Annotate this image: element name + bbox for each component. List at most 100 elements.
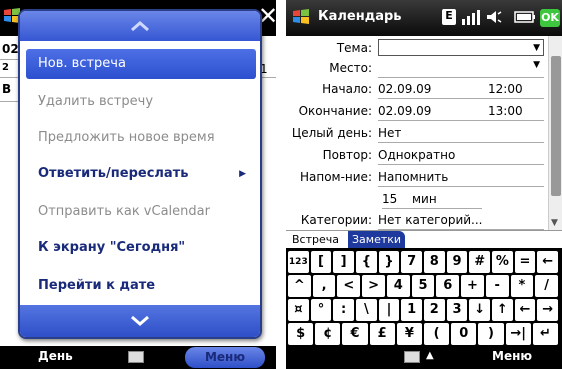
keyboard-key[interactable]: | (378, 299, 400, 321)
context-menu: Нов. встреча Удалить встречу Предложить … (18, 9, 262, 339)
keyboard-key[interactable]: →| (505, 323, 531, 345)
categories-value[interactable]: Нет категорий... (378, 213, 544, 230)
keyboard-key[interactable]: 7 (401, 251, 422, 273)
keyboard-menu-arrow-icon[interactable]: ▲ (426, 350, 434, 361)
menu-item-go-to-date[interactable]: Перейти к дате (26, 271, 256, 301)
menu-item-send-vcalendar[interactable]: Отправить как vCalendar (26, 197, 256, 227)
bg-cell: В (0, 82, 20, 102)
keyboard-key[interactable]: $ (288, 323, 314, 345)
field-location: Место: ▼ (286, 58, 548, 80)
menu-item-label: К экрану "Сегодня" (38, 240, 186, 255)
menu-item-reply-forward[interactable]: Ответить/переслать ▶ (26, 159, 256, 189)
end-time[interactable]: 13:00 (488, 104, 523, 118)
reminder-unit[interactable]: мин (412, 192, 437, 206)
keyboard-key[interactable]: ← (537, 251, 558, 273)
scroll-down-icon[interactable]: ▼ (551, 218, 558, 228)
keyboard-key[interactable]: + (461, 275, 484, 297)
softkey-day[interactable]: День (38, 349, 73, 363)
keyboard-key[interactable]: ( (424, 323, 450, 345)
keyboard-key[interactable]: ← (514, 299, 536, 321)
keyboard-key[interactable]: \ (356, 299, 377, 321)
keyboard-key[interactable]: € (342, 323, 368, 345)
subject-input[interactable] (378, 39, 544, 56)
end-date[interactable]: 02.09.09 (378, 104, 431, 118)
keyboard-key[interactable]: ^ (288, 275, 311, 297)
menu-item-label: Ответить/переслать (38, 166, 189, 181)
keyboard-key[interactable]: £ (369, 323, 395, 345)
start-date[interactable]: 02.09.09 (378, 82, 431, 96)
keyboard-key[interactable]: 9 (446, 251, 468, 273)
tab-notes[interactable]: Заметки (348, 231, 406, 248)
keyboard-key[interactable]: 2 (424, 299, 445, 321)
menu-item-label: Предложить новое время (38, 130, 215, 145)
keyboard-key[interactable]: 5 (411, 275, 435, 297)
keyboard-key[interactable]: ] (333, 251, 354, 273)
keyboard-key[interactable]: { (356, 251, 377, 273)
keyboard-key[interactable]: ↵ (532, 323, 558, 345)
keyboard-key[interactable]: ¤ (288, 299, 309, 321)
field-end: Окончание: 02.09.09 13:00 (286, 101, 548, 123)
location-input[interactable] (378, 61, 544, 78)
scroll-thumb[interactable] (551, 56, 561, 196)
reminder-time-value[interactable]: 15 мин (382, 192, 482, 209)
menu-item-propose-time[interactable]: Предложить новое время (26, 123, 256, 153)
signal-icon[interactable] (462, 9, 482, 25)
start-time[interactable]: 12:00 (488, 82, 523, 96)
keyboard-icon[interactable] (404, 351, 420, 363)
reminder-value[interactable]: Напомнить (378, 170, 544, 187)
keyboard-key[interactable]: 6 (436, 275, 460, 297)
softkey-menu[interactable]: Меню (185, 347, 265, 368)
keyboard-key[interactable]: # (469, 251, 490, 273)
keyboard-key[interactable]: * (510, 275, 534, 297)
keyboard-key[interactable]: ) (478, 323, 504, 345)
end-value[interactable]: 02.09.09 13:00 (378, 104, 544, 121)
recurrence-value[interactable]: Однократно (378, 148, 544, 165)
keyboard-key[interactable]: ¥ (396, 323, 422, 345)
keyboard-key[interactable]: 1 (401, 299, 422, 321)
softkey-menu[interactable]: Меню (492, 349, 532, 363)
all-day-value[interactable]: Нет (378, 126, 544, 143)
battery-icon[interactable] (514, 9, 536, 25)
bg-cell: 02 (0, 42, 20, 60)
keyboard-key[interactable]: ↑ (492, 299, 513, 321)
volume-icon[interactable] (486, 9, 502, 25)
keyboard-key[interactable]: : (333, 299, 354, 321)
keyboard-icon[interactable] (128, 351, 144, 363)
menu-scroll-up[interactable] (20, 11, 260, 41)
dropdown-arrow-icon[interactable]: ▼ (533, 60, 540, 70)
keyboard-key[interactable]: - (485, 275, 509, 297)
reminder-amount[interactable]: 15 (382, 192, 397, 206)
keyboard-key[interactable]: ¢ (315, 323, 341, 345)
menu-item-new-appointment[interactable]: Нов. встреча (26, 49, 256, 79)
keyboard-key[interactable]: = (514, 251, 536, 273)
triangle-right-icon: ▶ (239, 169, 246, 179)
keyboard-key[interactable]: ° (310, 299, 332, 321)
keyboard-key[interactable]: } (378, 251, 400, 273)
ok-button[interactable]: OK (540, 9, 560, 27)
field-recurrence: Повтор: Однократно (286, 145, 548, 167)
keyboard-key[interactable]: > (362, 275, 385, 297)
dropdown-arrow-icon[interactable]: ▼ (533, 43, 540, 53)
form-scrollbar[interactable]: ▼ (548, 36, 562, 230)
windows-flag-icon[interactable] (292, 8, 310, 26)
app-title: Календарь (318, 9, 402, 24)
keyboard-key[interactable]: , (312, 275, 336, 297)
start-value[interactable]: 02.09.09 12:00 (378, 82, 544, 99)
keyboard-key[interactable]: → (537, 299, 558, 321)
tab-strip: Встреча Заметки (286, 230, 562, 248)
tab-appointment[interactable]: Встреча (288, 231, 343, 248)
keyboard-key[interactable]: [ (310, 251, 332, 273)
menu-scroll-down[interactable] (20, 305, 260, 337)
menu-item-delete-appointment[interactable]: Удалить встречу (26, 87, 256, 117)
menu-item-label: Нов. встреча (38, 56, 126, 71)
keyboard-key[interactable]: 0 (451, 323, 477, 345)
keyboard-key[interactable]: 123 (288, 251, 309, 273)
keyboard-key[interactable]: % (492, 251, 513, 273)
keyboard-key[interactable]: ↓ (469, 299, 490, 321)
keyboard-key[interactable]: 8 (424, 251, 445, 273)
keyboard-key[interactable]: 3 (446, 299, 468, 321)
keyboard-key[interactable]: / (535, 275, 558, 297)
keyboard-key[interactable]: < (337, 275, 361, 297)
keyboard-key[interactable]: 4 (386, 275, 410, 297)
menu-item-today-screen[interactable]: К экрану "Сегодня" (26, 233, 256, 263)
